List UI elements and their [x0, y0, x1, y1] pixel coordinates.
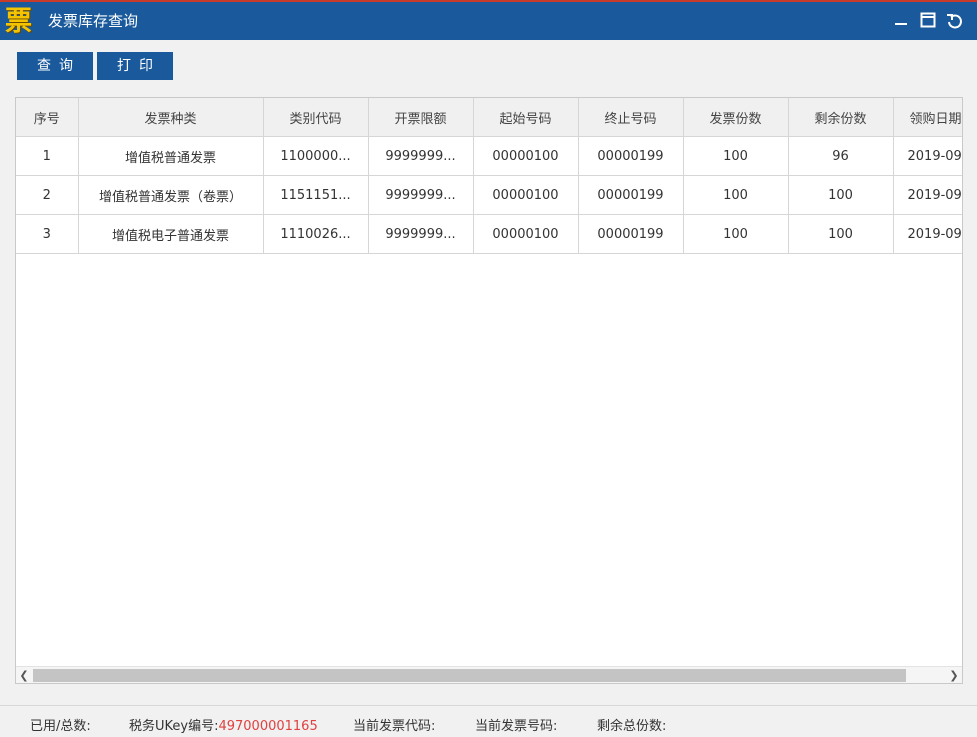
cell-remaining: 100	[788, 175, 894, 215]
cell-count: 100	[683, 175, 789, 215]
cell-index: 2	[16, 175, 79, 215]
ukey-label: 税务UKey编号:	[129, 719, 219, 734]
column-header-purchase-date[interactable]: 领购日期	[893, 98, 962, 137]
column-header-end-number[interactable]: 终止号码	[578, 98, 684, 137]
cell-category-code: 1151151...	[263, 175, 369, 215]
window-title: 发票库存查询	[48, 12, 139, 30]
cell-limit: 9999999...	[368, 214, 474, 254]
cell-index: 3	[16, 214, 79, 254]
cell-start-number: 00000100	[473, 214, 579, 254]
table-row[interactable]: 3 增值税电子普通发票 1110026... 9999999... 000001…	[16, 214, 962, 254]
current-number-label: 当前发票号码:	[475, 719, 558, 734]
column-header-count[interactable]: 发票份数	[683, 98, 789, 137]
cell-invoice-type: 增值税普通发票（卷票）	[78, 175, 264, 215]
ukey-value: 497000001165	[218, 719, 318, 734]
status-bar: 已用/总数: 税务UKey编号:497000001165 当前发票代码: 当前发…	[0, 705, 977, 737]
cell-remaining: 96	[788, 136, 894, 176]
cell-limit: 9999999...	[368, 136, 474, 176]
back-icon[interactable]	[946, 12, 964, 30]
cell-limit: 9999999...	[368, 175, 474, 215]
horizontal-scrollbar[interactable]: ❮ ❯	[16, 666, 962, 683]
cell-purchase-date: 2019-09	[893, 136, 962, 176]
cell-index: 1	[16, 136, 79, 176]
cell-purchase-date: 2019-09	[893, 214, 962, 254]
cell-invoice-type: 增值税普通发票	[78, 136, 264, 176]
scroll-right-icon[interactable]: ❯	[946, 667, 962, 683]
table-row[interactable]: 2 增值税普通发票（卷票） 1151151... 9999999... 0000…	[16, 175, 962, 215]
cell-purchase-date: 2019-09	[893, 175, 962, 215]
cell-end-number: 00000199	[578, 214, 684, 254]
table-row[interactable]: 1 增值税普通发票 1100000... 9999999... 00000100…	[16, 136, 962, 176]
remaining-total-label: 剩余总份数:	[597, 719, 667, 734]
cell-count: 100	[683, 214, 789, 254]
scrollbar-thumb[interactable]	[33, 669, 906, 682]
cell-category-code: 1100000...	[263, 136, 369, 176]
cell-remaining: 100	[788, 214, 894, 254]
query-button[interactable]: 查询	[17, 52, 93, 80]
print-button[interactable]: 打印	[97, 52, 173, 80]
maximize-icon[interactable]	[919, 12, 937, 30]
invoice-stock-table: 序号 发票种类 类别代码 开票限额 起始号码 终止号码 发票份数 剩余份数 领购…	[15, 97, 963, 684]
cell-count: 100	[683, 136, 789, 176]
column-header-remaining[interactable]: 剩余份数	[788, 98, 894, 137]
minimize-icon[interactable]	[892, 12, 910, 30]
cell-invoice-type: 增值税电子普通发票	[78, 214, 264, 254]
column-header-index[interactable]: 序号	[16, 98, 79, 137]
cell-category-code: 1110026...	[263, 214, 369, 254]
cell-start-number: 00000100	[473, 136, 579, 176]
column-header-invoice-type[interactable]: 发票种类	[78, 98, 264, 137]
scroll-left-icon[interactable]: ❮	[16, 667, 32, 683]
used-total-label: 已用/总数:	[30, 719, 91, 734]
current-code-label: 当前发票代码:	[353, 719, 436, 734]
cell-start-number: 00000100	[473, 175, 579, 215]
column-header-category-code[interactable]: 类别代码	[263, 98, 369, 137]
title-bar: 票 发票库存查询	[0, 0, 977, 40]
app-logo-icon: 票	[5, 6, 32, 37]
table-header-row: 序号 发票种类 类别代码 开票限额 起始号码 终止号码 发票份数 剩余份数 领购…	[16, 98, 962, 137]
ukey-field: 税务UKey编号:497000001165	[129, 715, 318, 734]
cell-end-number: 00000199	[578, 175, 684, 215]
cell-end-number: 00000199	[578, 136, 684, 176]
column-header-start-number[interactable]: 起始号码	[473, 98, 579, 137]
column-header-limit[interactable]: 开票限额	[368, 98, 474, 137]
